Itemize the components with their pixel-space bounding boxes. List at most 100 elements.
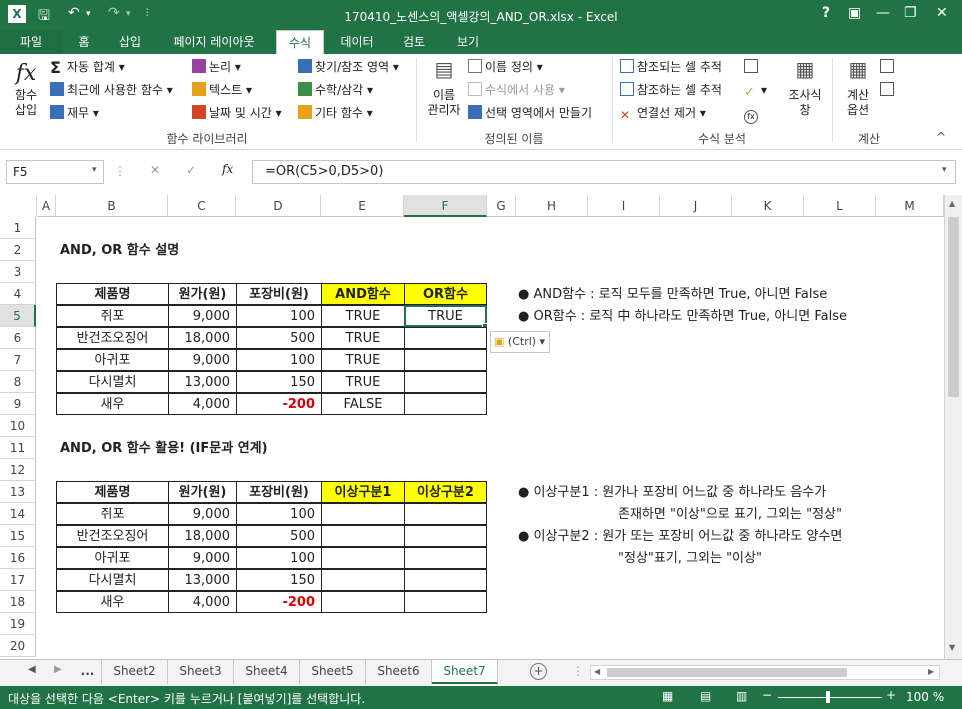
row-header[interactable]: 8	[0, 371, 36, 393]
table-cell[interactable]: 150	[236, 371, 322, 393]
table-cell[interactable]: TRUE	[321, 349, 405, 371]
column-header-l[interactable]: L	[804, 195, 876, 217]
table-cell[interactable]	[404, 371, 487, 393]
zoom-slider[interactable]	[778, 697, 882, 698]
zoom-level[interactable]: 100 %	[906, 690, 944, 704]
row-header[interactable]: 1	[0, 217, 36, 239]
table-cell[interactable]	[321, 525, 405, 547]
table-cell[interactable]	[404, 393, 487, 415]
calculation-options-button[interactable]: ▦ 계산 옵션	[836, 59, 880, 118]
insert-function-button[interactable]: fx 함수 삽입	[6, 60, 46, 118]
lookup-button[interactable]: 찾기/참조 영역 ▾	[298, 58, 399, 76]
calculate-sheet-button[interactable]	[880, 81, 897, 99]
tab-home[interactable]: 홈	[64, 30, 104, 54]
table-header[interactable]: AND함수	[321, 283, 405, 305]
table-header[interactable]: 제품명	[56, 283, 169, 305]
text-button[interactable]: 텍스트 ▾	[192, 81, 252, 99]
tab-split-handle-icon[interactable]: ⋮	[572, 664, 584, 678]
table-cell[interactable]: 4,000	[168, 591, 237, 613]
column-header-c[interactable]: C	[168, 195, 236, 217]
table-cell[interactable]: 아귀포	[56, 349, 169, 371]
table-cell[interactable]: TRUE	[321, 327, 405, 349]
table-cell[interactable]	[321, 503, 405, 525]
row-header[interactable]: 3	[0, 261, 36, 283]
autosum-button[interactable]: Σ 자동 합계 ▾	[50, 58, 125, 76]
table-cell[interactable]: 쥐포	[56, 305, 169, 327]
horizontal-scroll-thumb[interactable]	[607, 668, 847, 677]
scroll-down-icon[interactable]: ▼	[949, 643, 955, 652]
row-header[interactable]: 6	[0, 327, 36, 349]
table-cell[interactable]: 반건조오징어	[56, 327, 169, 349]
table-header[interactable]: 원가(원)	[168, 283, 237, 305]
table-header[interactable]: 이상구분2	[404, 481, 487, 503]
use-in-formula-button[interactable]: 수식에서 사용 ▾	[468, 81, 565, 99]
column-header-m[interactable]: M	[876, 195, 944, 217]
row-header[interactable]: 19	[0, 613, 36, 635]
table-cell[interactable]	[321, 547, 405, 569]
trace-precedents-button[interactable]: 참조되는 셀 추적	[620, 58, 722, 76]
table-cell[interactable]: 18,000	[168, 327, 237, 349]
column-header-b[interactable]: B	[56, 195, 168, 217]
table-cell[interactable]: 쥐포	[56, 503, 169, 525]
table-cell[interactable]: 9,000	[168, 547, 237, 569]
define-name-button[interactable]: 이름 정의 ▾	[468, 58, 543, 76]
trace-dependents-button[interactable]: 참조하는 셀 추적	[620, 81, 722, 99]
column-header-j[interactable]: J	[660, 195, 732, 217]
table-cell[interactable]: 4,000	[168, 393, 237, 415]
expand-formula-bar-icon[interactable]: ▾	[942, 165, 947, 175]
table-cell[interactable]	[404, 547, 487, 569]
table-cell[interactable]: 9,000	[168, 305, 237, 327]
row-header[interactable]: 7	[0, 349, 36, 371]
tab-insert[interactable]: 삽입	[108, 30, 152, 54]
row-header[interactable]: 16	[0, 547, 36, 569]
calculate-now-button[interactable]	[880, 58, 897, 76]
table-cell[interactable]: 9,000	[168, 503, 237, 525]
financial-button[interactable]: 재무 ▾	[50, 104, 99, 122]
row-header[interactable]: 4	[0, 283, 36, 305]
table-header[interactable]: 포장비(원)	[236, 283, 322, 305]
row-header[interactable]: 13	[0, 481, 36, 503]
column-header-h[interactable]: H	[516, 195, 588, 217]
table-cell[interactable]: 500	[236, 327, 322, 349]
select-all-corner[interactable]	[0, 195, 37, 217]
page-layout-view-icon[interactable]: ▤	[700, 689, 711, 703]
scroll-left-icon[interactable]: ◀	[594, 667, 600, 676]
zoom-slider-thumb[interactable]	[826, 691, 830, 703]
collapse-ribbon-icon[interactable]: ^	[936, 128, 946, 146]
table-cell[interactable]	[404, 349, 487, 371]
row-header[interactable]: 20	[0, 635, 36, 657]
page-break-view-icon[interactable]: ▥	[736, 689, 747, 703]
sheet-tab[interactable]: Sheet4	[234, 660, 300, 684]
prev-sheet-icon[interactable]: ◀	[28, 664, 36, 675]
table-header[interactable]: 제품명	[56, 481, 169, 503]
new-sheet-icon[interactable]: +	[530, 663, 547, 680]
sheet-tab-active[interactable]: Sheet7	[432, 660, 498, 684]
table-cell[interactable]: 반건조오징어	[56, 525, 169, 547]
table-cell[interactable]: 100	[236, 503, 322, 525]
sheet-tab[interactable]: Sheet2	[102, 660, 168, 684]
table-cell[interactable]: 다시멸치	[56, 371, 169, 393]
error-checking-button[interactable]: ✓ ▾	[744, 81, 767, 100]
cancel-icon[interactable]: ✕	[150, 163, 160, 177]
tab-file[interactable]: 파일	[0, 30, 62, 54]
table-cell[interactable]	[404, 503, 487, 525]
column-header-d[interactable]: D	[236, 195, 321, 217]
table-cell[interactable]: TRUE	[321, 305, 405, 327]
column-header-g[interactable]: G	[487, 195, 516, 217]
row-header[interactable]: 10	[0, 415, 36, 437]
row-header[interactable]: 18	[0, 591, 36, 613]
recent-functions-button[interactable]: 최근에 사용한 함수 ▾	[50, 81, 173, 99]
horizontal-scrollbar[interactable]: ◀ ▶	[590, 665, 940, 680]
close-icon[interactable]: ✕	[936, 5, 948, 21]
table-cell[interactable]: 다시멸치	[56, 569, 169, 591]
paste-options-button[interactable]: ▣ (Ctrl) ▾	[490, 331, 550, 353]
table-cell[interactable]: 100	[236, 305, 322, 327]
column-header-i[interactable]: I	[588, 195, 660, 217]
table-cell[interactable]	[404, 569, 487, 591]
sheet-tab[interactable]: Sheet5	[300, 660, 366, 684]
formula-bar-handle-icon[interactable]: ⋮	[114, 164, 126, 178]
more-functions-button[interactable]: 기타 함수 ▾	[298, 104, 373, 122]
formula-input[interactable]: =OR(C5>0,D5>0)	[252, 160, 956, 184]
name-box[interactable]: F5	[6, 160, 104, 184]
vertical-scroll-thumb[interactable]	[948, 217, 959, 397]
